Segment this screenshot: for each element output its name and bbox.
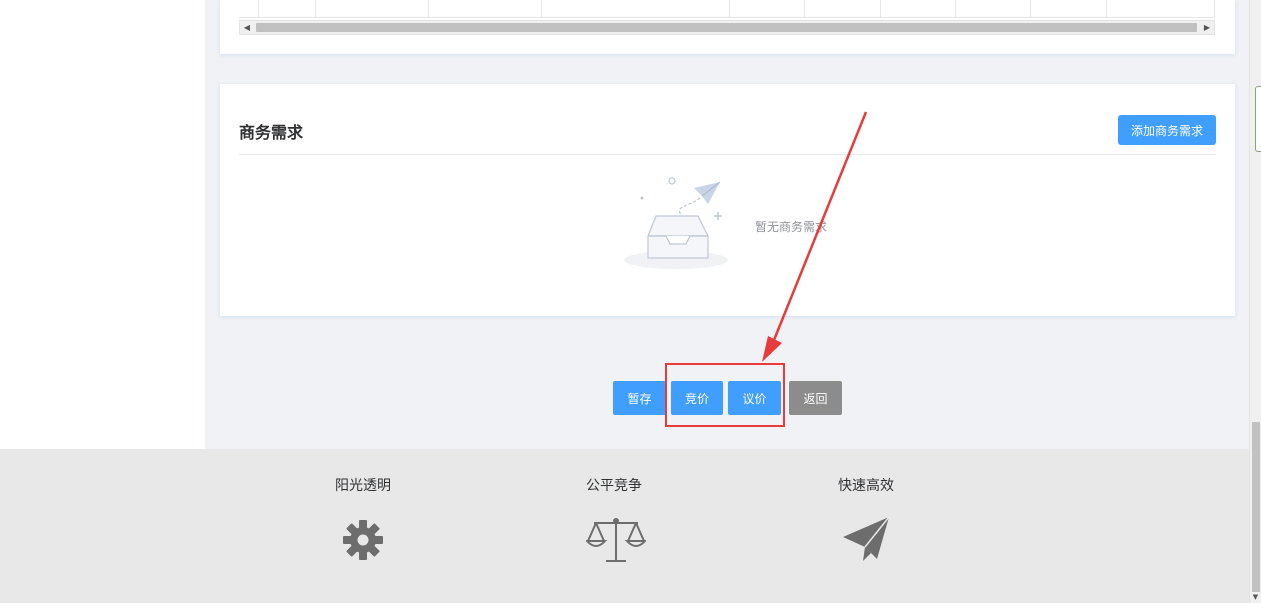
scroll-down-arrow-icon[interactable]: ▼: [1250, 592, 1261, 603]
table-last-row: [239, 0, 1215, 18]
vertical-scrollbar-thumb[interactable]: [1252, 422, 1260, 592]
side-edge-tab[interactable]: [1255, 86, 1261, 152]
action-bar: 暂存 竞价 议价 返回: [0, 381, 1249, 415]
paper-plane-icon: [843, 516, 890, 561]
section-title: 商务需求: [239, 123, 304, 142]
section-divider: [239, 154, 1216, 155]
feature-transparent: 阳光透明: [293, 449, 433, 603]
annotation-highlight-box: [665, 363, 785, 427]
empty-state-text: 暂无商务需求: [755, 220, 828, 234]
back-button[interactable]: 返回: [789, 381, 842, 415]
feature-label: 公平竞争: [586, 478, 642, 494]
business-requirements-card: 商务需求 添加商务需求 暂无商务需求: [220, 84, 1235, 316]
scroll-left-arrow-icon[interactable]: ◀: [240, 21, 254, 34]
feature-fair-competition: 公平竞争: [544, 449, 684, 603]
scroll-right-arrow-icon[interactable]: ▶: [1200, 21, 1214, 34]
table-card: ◀ ▶: [220, 0, 1235, 54]
footer-features: 阳光透明 公平竞争 快速高效: [0, 449, 1249, 603]
empty-inbox-icon: [624, 177, 728, 269]
table-horizontal-scrollbar[interactable]: ◀ ▶: [239, 20, 1215, 35]
feature-fast-efficient: 快速高效: [796, 449, 936, 603]
feature-label: 快速高效: [838, 478, 894, 494]
add-requirement-button[interactable]: 添加商务需求: [1118, 115, 1216, 145]
scrollbar-thumb[interactable]: [256, 23, 1197, 32]
feature-label: 阳光透明: [335, 478, 391, 494]
scales-icon: [586, 518, 646, 562]
gear-icon: [343, 520, 383, 560]
save-draft-button[interactable]: 暂存: [613, 381, 666, 415]
